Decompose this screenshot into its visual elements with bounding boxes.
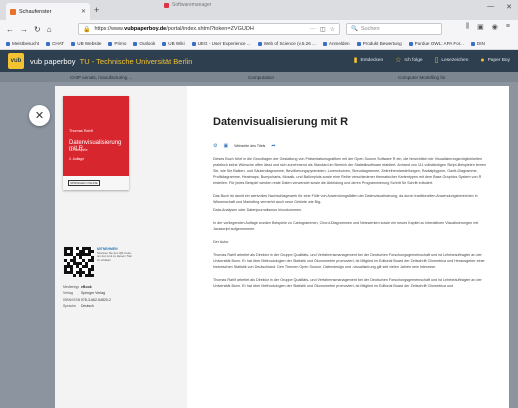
bookmark-item[interactable]: Purdue OWL: APA For... [408,41,464,46]
book-detail-modal: Thomas Rahlf Datenvisualisierung mit R 1… [55,86,509,408]
search-input[interactable]: 🔍 Suchen [346,23,442,35]
bookmark-item[interactable]: Anmelden [322,41,350,46]
back-icon[interactable]: ← [6,25,14,34]
description-paragraph: Data-Analysen oder Datenjournalismus hin… [213,207,303,212]
bookmark-icon [191,41,196,46]
book-icon: ▮ [353,57,358,64]
bookmark-icon [133,41,138,46]
url-text: https://www.vubpaperboy.de/portal/index.… [94,26,254,32]
close-icon: ✕ [34,110,45,122]
bookmark-icon [6,41,10,46]
new-tab-icon[interactable]: + [94,5,99,15]
search-icon: 🔍 [351,26,358,32]
close-modal-button[interactable]: ✕ [29,105,50,126]
browser-toolbar-right: ⫼ ▣ ◉ ≡ [466,23,510,31]
tab-label: Softwaremanager [172,2,212,8]
bookmark-icon [356,41,361,46]
bookmark-icon [470,41,475,46]
qr-code [63,246,94,277]
cover-publisher: SPRINGER ONLINE [68,180,100,186]
nav-paper-boy[interactable]: ● Paper Boy [480,57,510,64]
book-metadata: Medientyp eBook Verlag Springer Verlag I… [63,284,111,310]
meta-row: Sprache Deutsch [63,304,94,309]
nav-ich-folge[interactable]: ☆ Ich folge [395,56,422,64]
book-detail: Datenvisualisierung mit R ⚙ ▣ Webseite d… [196,86,496,408]
cover-author: Thomas Rahlf [69,129,93,133]
nav-entdecken[interactable]: ▮ Entdecken [354,56,384,64]
bookmark-icon [257,41,262,46]
bookmark-icon [162,41,167,46]
vub-logo[interactable]: vub [8,53,24,69]
book-cover[interactable]: Thomas Rahlf Datenvisualisierung mit R 1… [63,96,129,190]
bookmark-item[interactable]: Web of Science (v.5.26 ... [257,41,316,46]
nav-lesezeichen[interactable]: ▯ Lesezeichen [435,56,469,64]
description-paragraph: Thomas Rahlf arbeitet als Direktor in de… [213,277,482,288]
bookmark-item[interactable]: Meistbesucht [6,41,39,46]
window-controls: — ✕ [487,3,512,11]
book-actions: ⚙ ▣ Webseite des Titels ➦ [213,143,276,149]
cover-edition: 2. Auflage [69,157,85,161]
bookmark-item[interactable]: Produkt Bewertung [356,41,402,46]
tab-label: Schaufenster [19,8,52,15]
lock-icon: 🔒 [83,26,91,33]
more-icon[interactable]: ··· [310,26,316,33]
home-icon[interactable]: ⌂ [47,25,52,34]
description-paragraph: Das Buch ist damit ein wertvolles Nachsc… [213,193,478,204]
account-icon[interactable]: ◉ [492,23,498,31]
pocket-icon[interactable]: ◫ [320,26,326,33]
library-icon[interactable]: ⫼ [466,23,469,31]
bookmark-icon [322,41,327,46]
author-heading: Der Autor [213,239,229,244]
book-description: Dieses Buch führt in die Grundlagen der … [213,157,491,297]
bookmark-item[interactable]: CHAT [46,41,64,46]
minimize-icon[interactable]: — [487,3,494,11]
bookmark-icon [408,41,413,46]
save-icon[interactable]: ▣ [223,143,228,149]
website-link[interactable]: Webseite des Titels [234,144,265,148]
header-nav: ▮ Entdecken ☆ Ich folge ▯ Lesezeichen ● Pape… [354,56,510,65]
user-icon: ● [480,56,485,64]
description-paragraph: Dieses Buch führt in die Grundlagen der … [213,157,487,185]
menu-icon[interactable]: ≡ [506,23,510,31]
bookmarks-bar: Meistbesucht CHAT UB Website Primo Outlo… [0,38,518,50]
bookmark-item[interactable]: UB Website [71,41,101,46]
share-icon[interactable]: ➦ [271,143,275,149]
book-sidebar: Thomas Rahlf Datenvisualisierung mit R 1… [55,86,187,408]
bookmark-icon [108,41,113,46]
browser-tab[interactable]: Schaufenster ✕ [6,3,90,20]
description-paragraph: Thomas Rahlf arbeitet als Direktor in de… [213,252,485,269]
browser-tab-2[interactable]: Softwaremanager [164,2,211,8]
tab-strip: Schaufenster ✕ + Softwaremanager — ✕ [0,0,518,20]
bookmark-item[interactable]: UB Wiki [162,41,185,46]
site-header: vub vub paperboy TU - Technische Univers… [0,50,518,72]
cover-subtitle: 111 Beispiele [69,148,88,152]
bookmark-item[interactable]: DIN [470,41,485,46]
close-tab-icon[interactable]: ✕ [81,8,86,15]
bookmark-icon: ▯ [434,57,439,64]
star-icon: ☆ [395,57,402,64]
close-window-icon[interactable]: ✕ [506,3,512,11]
bookmark-item[interactable]: Primo [108,41,126,46]
site-title: vub paperboy TU - Technische Universität… [30,56,193,66]
bookmark-item[interactable]: Outlook [133,41,155,46]
reload-icon[interactable]: ↻ [34,25,41,34]
bookmark-icon [71,41,76,46]
qr-description: Scannen Sie den QR-Code, um den Link zu … [97,251,132,262]
forward-icon[interactable]: → [20,25,28,34]
address-bar[interactable]: 🔒 https://www.vubpaperboy.de/portal/inde… [78,23,340,35]
description-paragraph: In der vorliegenden Auflage wurden Beisp… [213,220,479,231]
background-page-strip: CHIP annals, manufacturing ... Computati… [0,72,518,82]
bookmark-star-icon[interactable]: ☆ [330,26,335,33]
browser-window: Schaufenster ✕ + Softwaremanager — ✕ ← →… [0,0,518,408]
favicon-icon [164,2,169,8]
sidebar-icon[interactable]: ▣ [477,23,484,31]
bookmark-item[interactable]: UEG - User Experience ... [191,41,251,46]
favicon-icon [10,8,16,15]
bookmark-icon [46,41,51,46]
bookmark-toggle-icon[interactable]: ⚙ [213,143,217,149]
book-title: Datenvisualisierung mit R [213,116,349,128]
